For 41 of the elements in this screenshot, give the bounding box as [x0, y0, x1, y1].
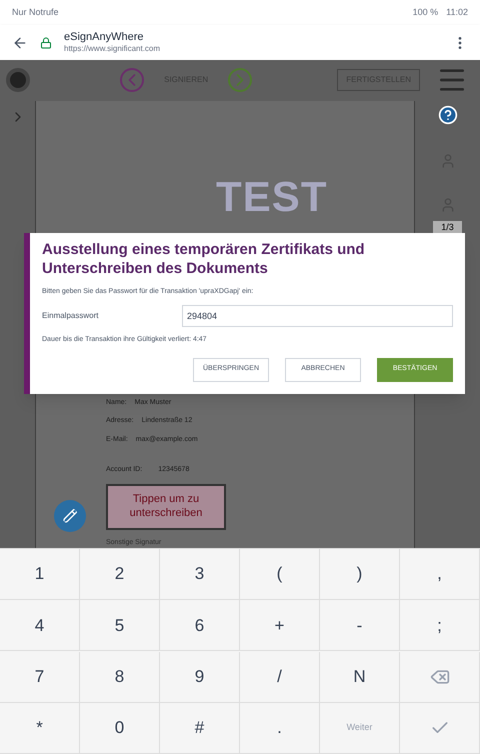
help-icon[interactable] — [438, 104, 458, 124]
page-indicator: 1/3 — [433, 220, 462, 234]
keyboard-key[interactable]: 0 — [80, 702, 160, 754]
keyboard-key[interactable]: 5 — [80, 600, 160, 652]
keyboard-key[interactable]: ; — [400, 600, 480, 652]
keyboard-key[interactable]: 3 — [160, 549, 240, 600]
password-field[interactable]: 294804 — [182, 305, 453, 327]
keyboard-key[interactable]: # — [160, 702, 240, 754]
keyboard-key[interactable]: 4 — [0, 600, 80, 652]
pencil-icon — [54, 500, 86, 532]
keyboard-key[interactable]: 1 — [0, 549, 80, 600]
keyboard-key[interactable]: 2 — [80, 549, 160, 600]
keyboard-key[interactable] — [400, 652, 480, 702]
keyboard-key[interactable]: , — [400, 549, 480, 600]
keyboard-key[interactable]: 7 — [0, 652, 80, 702]
keyboard-key[interactable]: 8 — [80, 652, 160, 702]
previous-icon[interactable] — [120, 68, 144, 92]
url-text: https://www.significant.com — [64, 44, 162, 54]
keyboard-key[interactable]: * — [0, 702, 80, 754]
keyboard-key[interactable]: . — [240, 702, 320, 754]
clock-text: 11:02 — [446, 6, 468, 19]
signature-field[interactable]: Tippen um zu unterschreiben — [106, 484, 226, 530]
field-label: Einmalpasswort — [42, 310, 100, 322]
keyboard-key[interactable] — [400, 702, 480, 754]
dialog-title: Ausstellung eines temporären Zertifikats und Unterschreiben des Dokuments — [42, 241, 366, 278]
lock-icon — [40, 36, 52, 48]
keyboard-key[interactable]: 9 — [160, 652, 240, 702]
battery-text: 100 % — [412, 6, 438, 19]
keyboard-key[interactable]: / — [240, 652, 320, 702]
keyboard-key[interactable]: ) — [320, 549, 400, 600]
carrier-text: Nur Notrufe — [12, 6, 59, 19]
keyboard-key[interactable]: 6 — [160, 600, 240, 652]
keyboard-key[interactable]: + — [240, 600, 320, 652]
next-icon[interactable] — [228, 68, 252, 92]
logo-icon — [6, 68, 30, 92]
watermark-text: TEST — [216, 172, 328, 222]
keyboard-key[interactable]: - — [320, 600, 400, 652]
keyboard-key[interactable]: N — [320, 652, 400, 702]
keyboard-key[interactable]: ( — [240, 549, 320, 600]
back-icon[interactable] — [12, 34, 28, 50]
page-title: eSignAnyWhere — [64, 30, 144, 44]
